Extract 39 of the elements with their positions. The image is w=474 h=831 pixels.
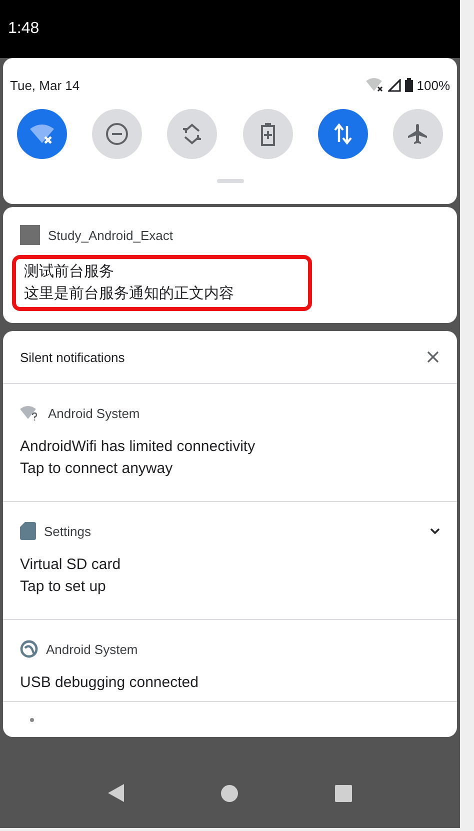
notification-item[interactable]: Settings Virtual SD card Tap to set up — [3, 502, 457, 620]
back-button[interactable] — [108, 784, 124, 802]
battery-icon — [404, 78, 413, 92]
battery-plus-icon — [260, 122, 276, 146]
notification-title: 测试前台服务 — [24, 262, 115, 282]
notification-text: 这里是前台服务通知的正文内容 — [24, 284, 235, 304]
overflow-dot — [30, 718, 34, 722]
sd-card-icon — [20, 522, 36, 540]
home-button[interactable] — [220, 784, 238, 802]
minus-circle-icon — [105, 122, 130, 146]
section-header: Silent notifications — [20, 350, 126, 364]
notification-item[interactable]: Android System USB debugging connected — [3, 620, 457, 702]
expand-icon[interactable] — [430, 528, 440, 534]
notification-title: USB debugging connected — [20, 673, 200, 693]
recents-button[interactable] — [334, 784, 352, 802]
notification-text: Tap to connect anyway — [20, 459, 174, 479]
notification-title: Virtual SD card — [20, 555, 122, 575]
close-icon[interactable] — [426, 350, 440, 364]
app-icon — [20, 225, 40, 245]
notification-text: Tap to set up — [20, 577, 107, 597]
app-name: Settings — [44, 524, 92, 538]
data-arrows-icon — [332, 122, 353, 146]
date-text: Tue, Mar 14 — [10, 78, 81, 92]
notification-card[interactable]: Study_Android_Exact 测试前台服务 这里是前台服务通知的正文内容 — [3, 207, 457, 323]
wifi-off-icon — [366, 78, 384, 92]
debug-icon — [20, 640, 38, 658]
wifi-off-icon — [29, 123, 55, 145]
signal-icon — [388, 78, 401, 92]
airplane-icon — [406, 122, 430, 146]
status-time: 1:48 — [8, 20, 40, 38]
notification-item[interactable]: Android System AndroidWifi has limited connectivity Tap to connect anyway — [3, 384, 457, 502]
battery-percent: 100% — [416, 78, 450, 92]
app-name: Android System — [48, 406, 141, 420]
wifi-question-icon — [20, 405, 40, 421]
notification-title: AndroidWifi has limited connectivity — [20, 437, 256, 457]
quick-settings-tile[interactable] — [17, 109, 67, 159]
drag-handle[interactable] — [216, 179, 244, 183]
app-name: Study_Android_Exact — [48, 228, 174, 242]
app-name: Android System — [46, 642, 139, 656]
